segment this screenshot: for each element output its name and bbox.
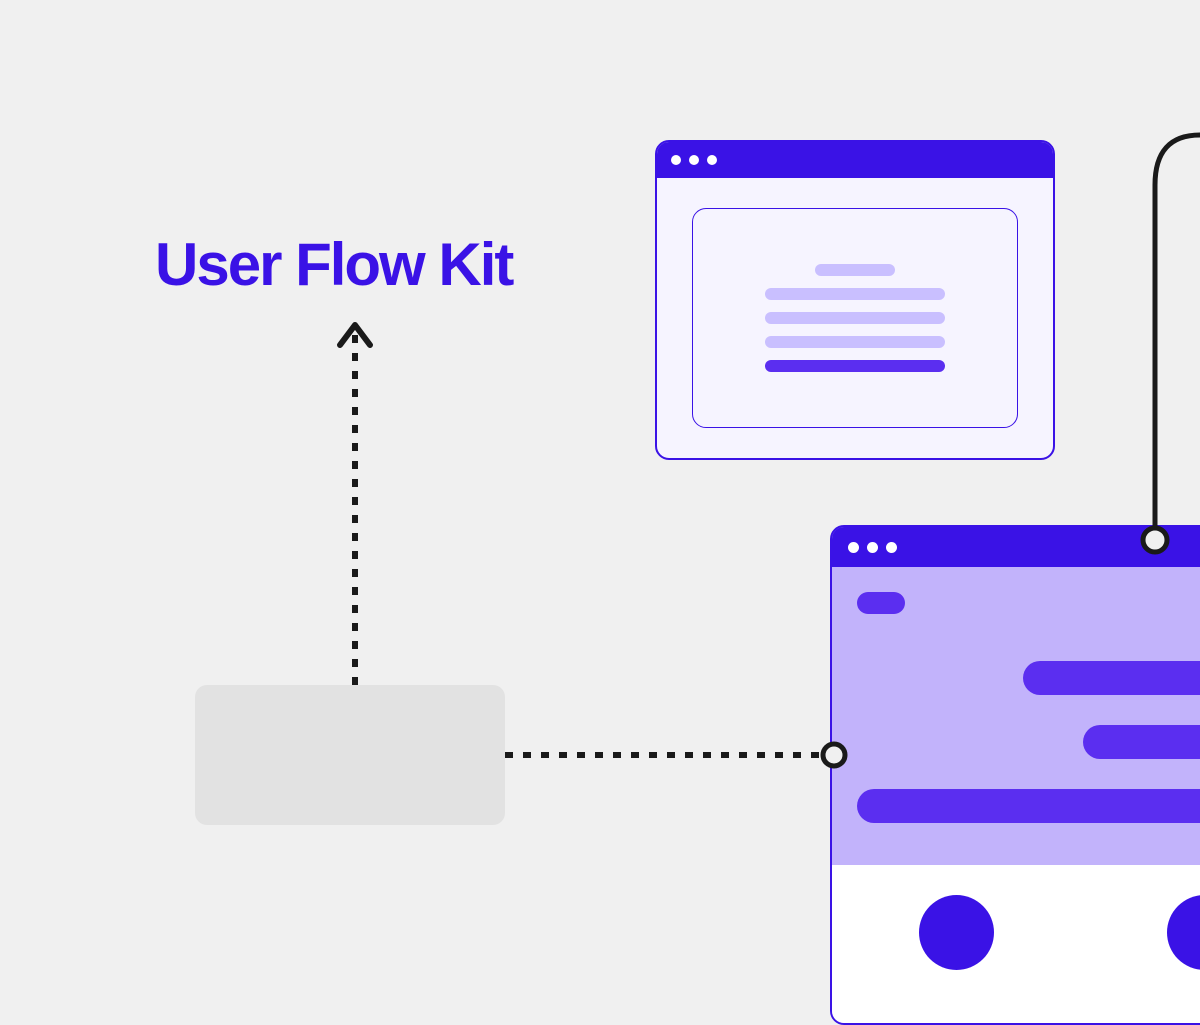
feature-circle	[919, 895, 994, 970]
tab-pill	[857, 592, 905, 614]
content-bars	[857, 661, 1200, 823]
window-titlebar	[657, 142, 1053, 178]
window-content	[832, 567, 1200, 1025]
window-control-dot	[848, 542, 859, 553]
content-card	[692, 208, 1018, 428]
arrowhead-up-icon	[340, 325, 370, 345]
window-control-dot	[886, 542, 897, 553]
wireframe-window-app	[830, 525, 1200, 1025]
wireframe-window-text-card	[655, 140, 1055, 460]
text-placeholder-line	[765, 288, 945, 300]
content-bar	[857, 789, 1200, 823]
window-control-dot	[671, 155, 681, 165]
tab-row	[857, 592, 1200, 614]
diagram-title: User Flow Kit	[155, 230, 512, 299]
content-bar	[1083, 725, 1200, 759]
text-placeholder-line	[815, 264, 895, 276]
window-titlebar	[832, 527, 1200, 567]
window-control-dot	[867, 542, 878, 553]
window-control-dot	[707, 155, 717, 165]
window-control-dot	[689, 155, 699, 165]
connector-curved	[1155, 135, 1200, 530]
text-placeholder-line	[765, 336, 945, 348]
feature-circle	[1167, 895, 1200, 970]
bottom-panel	[832, 865, 1200, 1025]
flow-node-box	[195, 685, 505, 825]
text-placeholder-line-accent	[765, 360, 945, 372]
content-bar	[1023, 661, 1200, 695]
text-placeholder-line	[765, 312, 945, 324]
